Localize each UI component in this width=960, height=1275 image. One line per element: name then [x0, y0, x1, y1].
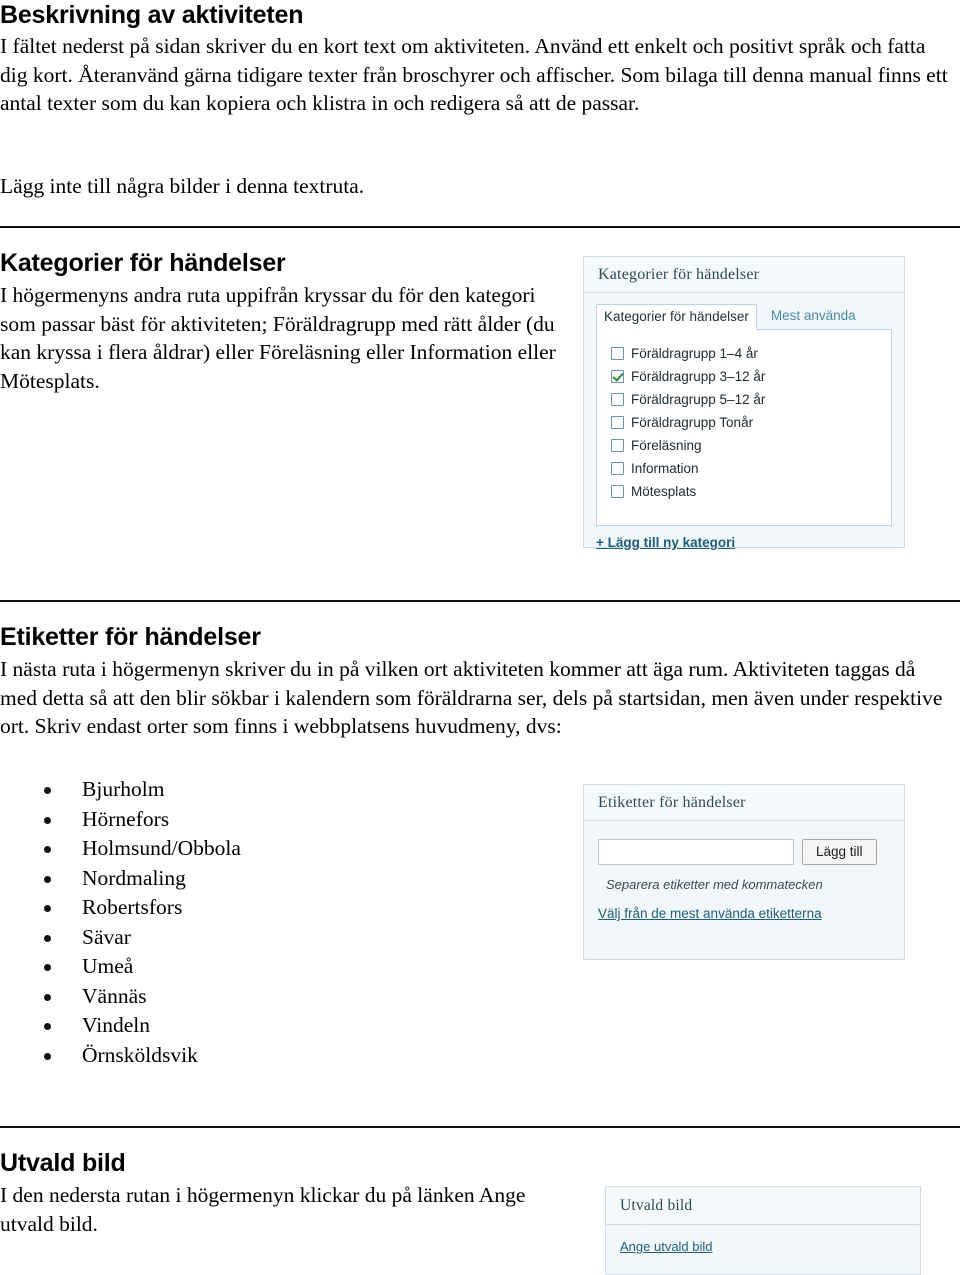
document-page: Beskrivning av aktiviteten I fältet nede…: [0, 0, 960, 1275]
list-item: Bjurholm: [40, 775, 510, 805]
checkbox-label: Föräldragrupp 3–12 år: [631, 369, 766, 384]
set-featured-image-link[interactable]: Ange utvald bild: [620, 1239, 713, 1254]
kategorier-tabstrip: Kategorier för händelser Mest använda: [596, 303, 892, 330]
section-divider-2: [0, 600, 960, 602]
utvald-bild-widget-body: Ange utvald bild: [606, 1225, 920, 1268]
list-item: Hörnefors: [40, 805, 510, 835]
checkbox-row[interactable]: Mötesplats: [611, 480, 881, 503]
heading-utvald-bild: Utvald bild: [0, 1149, 126, 1177]
checkbox-label: Mötesplats: [631, 484, 697, 499]
city-list: Bjurholm Hörnefors Holmsund/Obbola Nordm…: [40, 775, 510, 1070]
paragraph-beskrivning-note: Lägg inte till några bilder i denna text…: [0, 174, 365, 198]
checkbox-row[interactable]: Information: [611, 457, 881, 480]
heading-etiketter: Etiketter för händelser: [0, 623, 261, 651]
kategorier-widget-body: Kategorier för händelser Mest använda Fö…: [584, 293, 904, 562]
section-divider-3: [0, 1126, 960, 1128]
checkbox-icon[interactable]: [611, 485, 624, 498]
tab-mest-anvanda[interactable]: Mest använda: [763, 303, 864, 329]
checkbox-checked-icon[interactable]: [611, 370, 624, 383]
list-item: Vännäs: [40, 982, 510, 1012]
checkbox-icon[interactable]: [611, 393, 624, 406]
checkbox-row[interactable]: Föräldragrupp Tonår: [611, 411, 881, 434]
choose-popular-tags-link[interactable]: Välj från de mest använda etiketterna: [598, 906, 822, 921]
checkbox-label: Föräldragrupp 1–4 år: [631, 346, 758, 361]
tag-hint-text: Separera etiketter med kommatecken: [606, 877, 823, 892]
list-item: Umeå: [40, 952, 510, 982]
section-etiketter: Etiketter för händelser I nästa ruta i h…: [0, 624, 955, 741]
etiketter-widget-title: Etiketter för händelser: [584, 785, 904, 821]
etiketter-input-row: Lägg till: [598, 839, 892, 865]
kategorier-checkbox-list: Föräldragrupp 1–4 år Föräldragrupp 3–12 …: [596, 330, 892, 526]
section-beskrivning: Beskrivning av aktiviteten I fältet nede…: [0, 2, 955, 118]
list-item: Vindeln: [40, 1011, 510, 1041]
checkbox-icon[interactable]: [611, 462, 624, 475]
checkbox-label: Information: [631, 461, 699, 476]
section-divider-1: [0, 226, 960, 228]
paragraph-kategorier: I högermenyns andra ruta uppifrån kryssa…: [0, 283, 556, 394]
checkbox-row[interactable]: Föreläsning: [611, 434, 881, 457]
checkbox-row[interactable]: Föräldragrupp 5–12 år: [611, 388, 881, 411]
etiketter-widget: Etiketter för händelser Lägg till Separe…: [583, 784, 905, 960]
section-kategorier: Kategorier för händelser I högermenyns a…: [0, 250, 565, 396]
paragraph-beskrivning: I fältet nederst på sidan skriver du en …: [0, 34, 948, 116]
kategorier-widget: Kategorier för händelser Kategorier för …: [583, 256, 905, 550]
utvald-bild-widget: Utvald bild Ange utvald bild: [605, 1186, 921, 1275]
checkbox-row[interactable]: Föräldragrupp 1–4 år: [611, 342, 881, 365]
checkbox-label: Föräldragrupp Tonår: [631, 415, 754, 430]
list-item: Örnsköldsvik: [40, 1041, 510, 1071]
list-item: Sävar: [40, 923, 510, 953]
checkbox-icon[interactable]: [611, 416, 624, 429]
list-item: Nordmaling: [40, 864, 510, 894]
paragraph-utvald-bild: I den nedersta rutan i högermenyn klicka…: [0, 1183, 526, 1236]
add-tag-button[interactable]: Lägg till: [802, 839, 877, 865]
tab-kategorier-for-handelser[interactable]: Kategorier för händelser: [596, 304, 757, 330]
kategorier-widget-title: Kategorier för händelser: [584, 257, 904, 293]
section-utvald-bild: Utvald bild I den nedersta rutan i höger…: [0, 1150, 560, 1238]
checkbox-label: Föreläsning: [631, 438, 702, 453]
checkbox-row[interactable]: Föräldragrupp 3–12 år: [611, 365, 881, 388]
utvald-bild-widget-title: Utvald bild: [606, 1187, 920, 1225]
checkbox-label: Föräldragrupp 5–12 år: [631, 392, 766, 407]
tag-input[interactable]: [598, 839, 794, 865]
heading-beskrivning: Beskrivning av aktiviteten: [0, 1, 304, 29]
paragraph-etiketter: I nästa ruta i högermenyn skriver du in …: [0, 657, 943, 739]
checkbox-icon[interactable]: [611, 347, 624, 360]
list-item: Robertsfors: [40, 893, 510, 923]
heading-kategorier: Kategorier för händelser: [0, 249, 286, 277]
list-item: Holmsund/Obbola: [40, 834, 510, 864]
etiketter-widget-body: Lägg till Separera etiketter med kommate…: [584, 821, 904, 933]
checkbox-icon[interactable]: [611, 439, 624, 452]
add-new-category-link[interactable]: + Lägg till ny kategori: [596, 535, 735, 550]
